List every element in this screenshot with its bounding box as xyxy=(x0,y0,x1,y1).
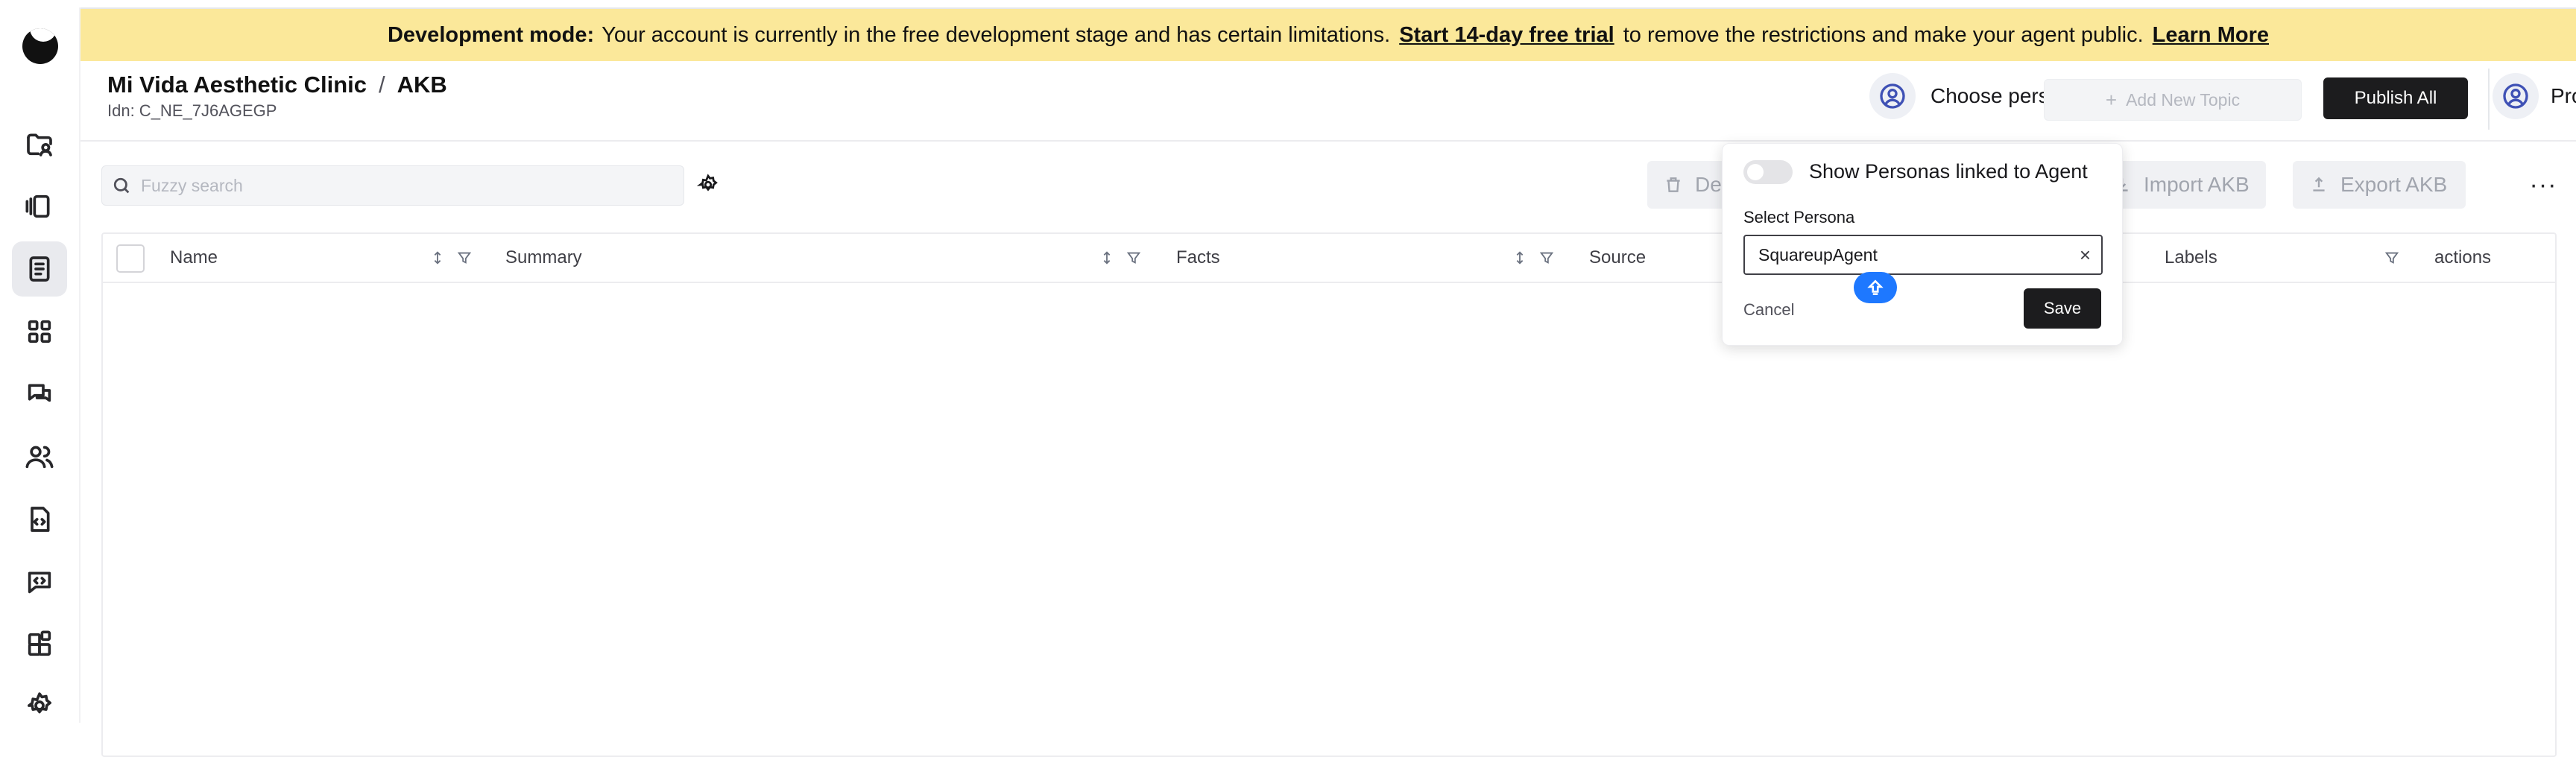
dev-mode-banner: Development mode: Your account is curren… xyxy=(80,9,2576,61)
cancel-button[interactable]: Cancel xyxy=(1743,300,1794,320)
akb-table: Name Summary Facts Source Labels actions xyxy=(101,232,2557,757)
folder-user-icon xyxy=(27,133,52,156)
select-all-checkbox[interactable] xyxy=(116,244,145,273)
sidebar-item-agents[interactable] xyxy=(12,116,67,171)
agent-idn: Idn: C_NE_7J6AGEGP xyxy=(107,101,277,120)
persona-select-value: SquareupAgent xyxy=(1758,244,1878,265)
sidebar-item-files[interactable] xyxy=(12,492,67,547)
sidebar-item-conversations[interactable] xyxy=(12,367,67,422)
export-akb-label: Export AKB xyxy=(2340,173,2448,196)
sidebar-item-integrations[interactable] xyxy=(12,617,67,672)
sidebar-item-akb[interactable] xyxy=(12,241,67,297)
person-avatar-icon xyxy=(1869,73,1916,119)
settings-icon xyxy=(28,692,51,714)
search-icon xyxy=(113,177,130,194)
sort-icon[interactable] xyxy=(1099,249,1115,267)
breadcrumb-org[interactable]: Mi Vida Aesthetic Clinic xyxy=(107,72,367,98)
arrow-up-icon xyxy=(1867,279,1884,295)
labels-column-controls xyxy=(2384,249,2400,267)
name-column-controls xyxy=(429,249,473,267)
grid-icon xyxy=(28,320,51,343)
filter-icon[interactable] xyxy=(2384,249,2400,267)
sidebar-item-dashboard[interactable] xyxy=(12,304,67,359)
filter-icon[interactable] xyxy=(456,249,473,267)
save-button[interactable]: Save xyxy=(2024,288,2101,329)
facts-column-controls xyxy=(1512,249,1555,267)
banner-message: Your account is currently in the free de… xyxy=(602,22,1391,47)
sidebar xyxy=(0,7,80,723)
table-header: Name Summary Facts Source Labels actions xyxy=(103,234,2555,283)
widgets-icon xyxy=(28,630,51,656)
column-header-facts[interactable]: Facts xyxy=(1176,234,1220,282)
export-akb-button[interactable]: Export AKB xyxy=(2293,161,2466,209)
sidebar-item-settings[interactable] xyxy=(12,678,67,733)
choose-person-popover: Show Personas linked to Agent Select Per… xyxy=(1722,143,2123,346)
delete-label: De xyxy=(1695,173,1722,196)
plus-icon: + xyxy=(2105,88,2118,111)
search-input[interactable] xyxy=(139,174,664,197)
profile-avatar-icon xyxy=(2493,73,2539,119)
trash-icon xyxy=(1667,177,1680,192)
carousel-icon xyxy=(25,194,50,218)
sidebar-item-embed[interactable] xyxy=(12,554,67,609)
add-new-topic-button[interactable]: + Add New Topic xyxy=(2044,79,2302,121)
header-divider xyxy=(2488,69,2490,130)
chat-icon xyxy=(28,384,51,402)
file-code-icon xyxy=(31,507,50,532)
import-akb-label: Import AKB xyxy=(2144,173,2250,196)
filter-icon[interactable] xyxy=(1126,249,1142,267)
column-header-actions: actions xyxy=(2434,247,2492,267)
gear-icon xyxy=(697,174,718,191)
persona-select[interactable]: SquareupAgent × xyxy=(1743,235,2103,275)
more-options-button[interactable]: ··· xyxy=(2527,168,2560,201)
fuzzy-search xyxy=(101,165,684,206)
show-linked-personas-label: Show Personas linked to Agent xyxy=(1809,160,2088,183)
sort-icon[interactable] xyxy=(1512,249,1528,267)
show-linked-personas-toggle[interactable] xyxy=(1743,160,1793,184)
select-persona-label: Select Persona xyxy=(1743,208,1855,227)
sidebar-item-users[interactable] xyxy=(12,429,67,484)
sidebar-item-carousel[interactable] xyxy=(12,179,67,234)
breadcrumb-section: AKB xyxy=(397,72,447,98)
summary-column-controls xyxy=(1099,249,1142,267)
users-icon xyxy=(25,446,54,469)
search-settings-button[interactable] xyxy=(693,170,723,200)
document-icon xyxy=(29,256,50,282)
add-new-topic-label: Add New Topic xyxy=(2126,89,2241,110)
app-logo[interactable] xyxy=(22,28,58,64)
page-header: Mi Vida Aesthetic Clinic / AKB Idn: C_NE_7… xyxy=(80,61,2576,142)
column-header-name[interactable]: Name xyxy=(170,234,218,282)
column-header-labels[interactable]: Labels xyxy=(2165,234,2217,282)
profile-label: Profile xyxy=(2551,84,2576,107)
column-header-summary[interactable]: Summary xyxy=(505,234,582,282)
filter-icon[interactable] xyxy=(1538,249,1555,267)
learn-more-link[interactable]: Learn More xyxy=(2153,23,2269,48)
clear-selection-icon[interactable]: × xyxy=(2080,244,2091,267)
breadcrumb-separator: / xyxy=(378,72,385,98)
sort-icon[interactable] xyxy=(429,249,446,267)
window-top-edge xyxy=(0,0,2576,9)
publish-all-button[interactable]: Publish All xyxy=(2323,77,2468,119)
export-icon xyxy=(2313,177,2325,191)
banner-message-end: to remove the restrictions and make your… xyxy=(1623,22,2144,47)
breadcrumb: Mi Vida Aesthetic Clinic / AKB xyxy=(107,72,447,98)
drag-handle[interactable] xyxy=(1854,272,1897,303)
profile-dropdown[interactable]: Profile xyxy=(2493,73,2576,119)
column-header-source[interactable]: Source xyxy=(1589,234,1646,282)
start-trial-link[interactable]: Start 14-day free trial xyxy=(1399,23,1614,48)
code-message-icon xyxy=(28,571,51,594)
banner-mode-label: Development mode: xyxy=(387,22,595,47)
